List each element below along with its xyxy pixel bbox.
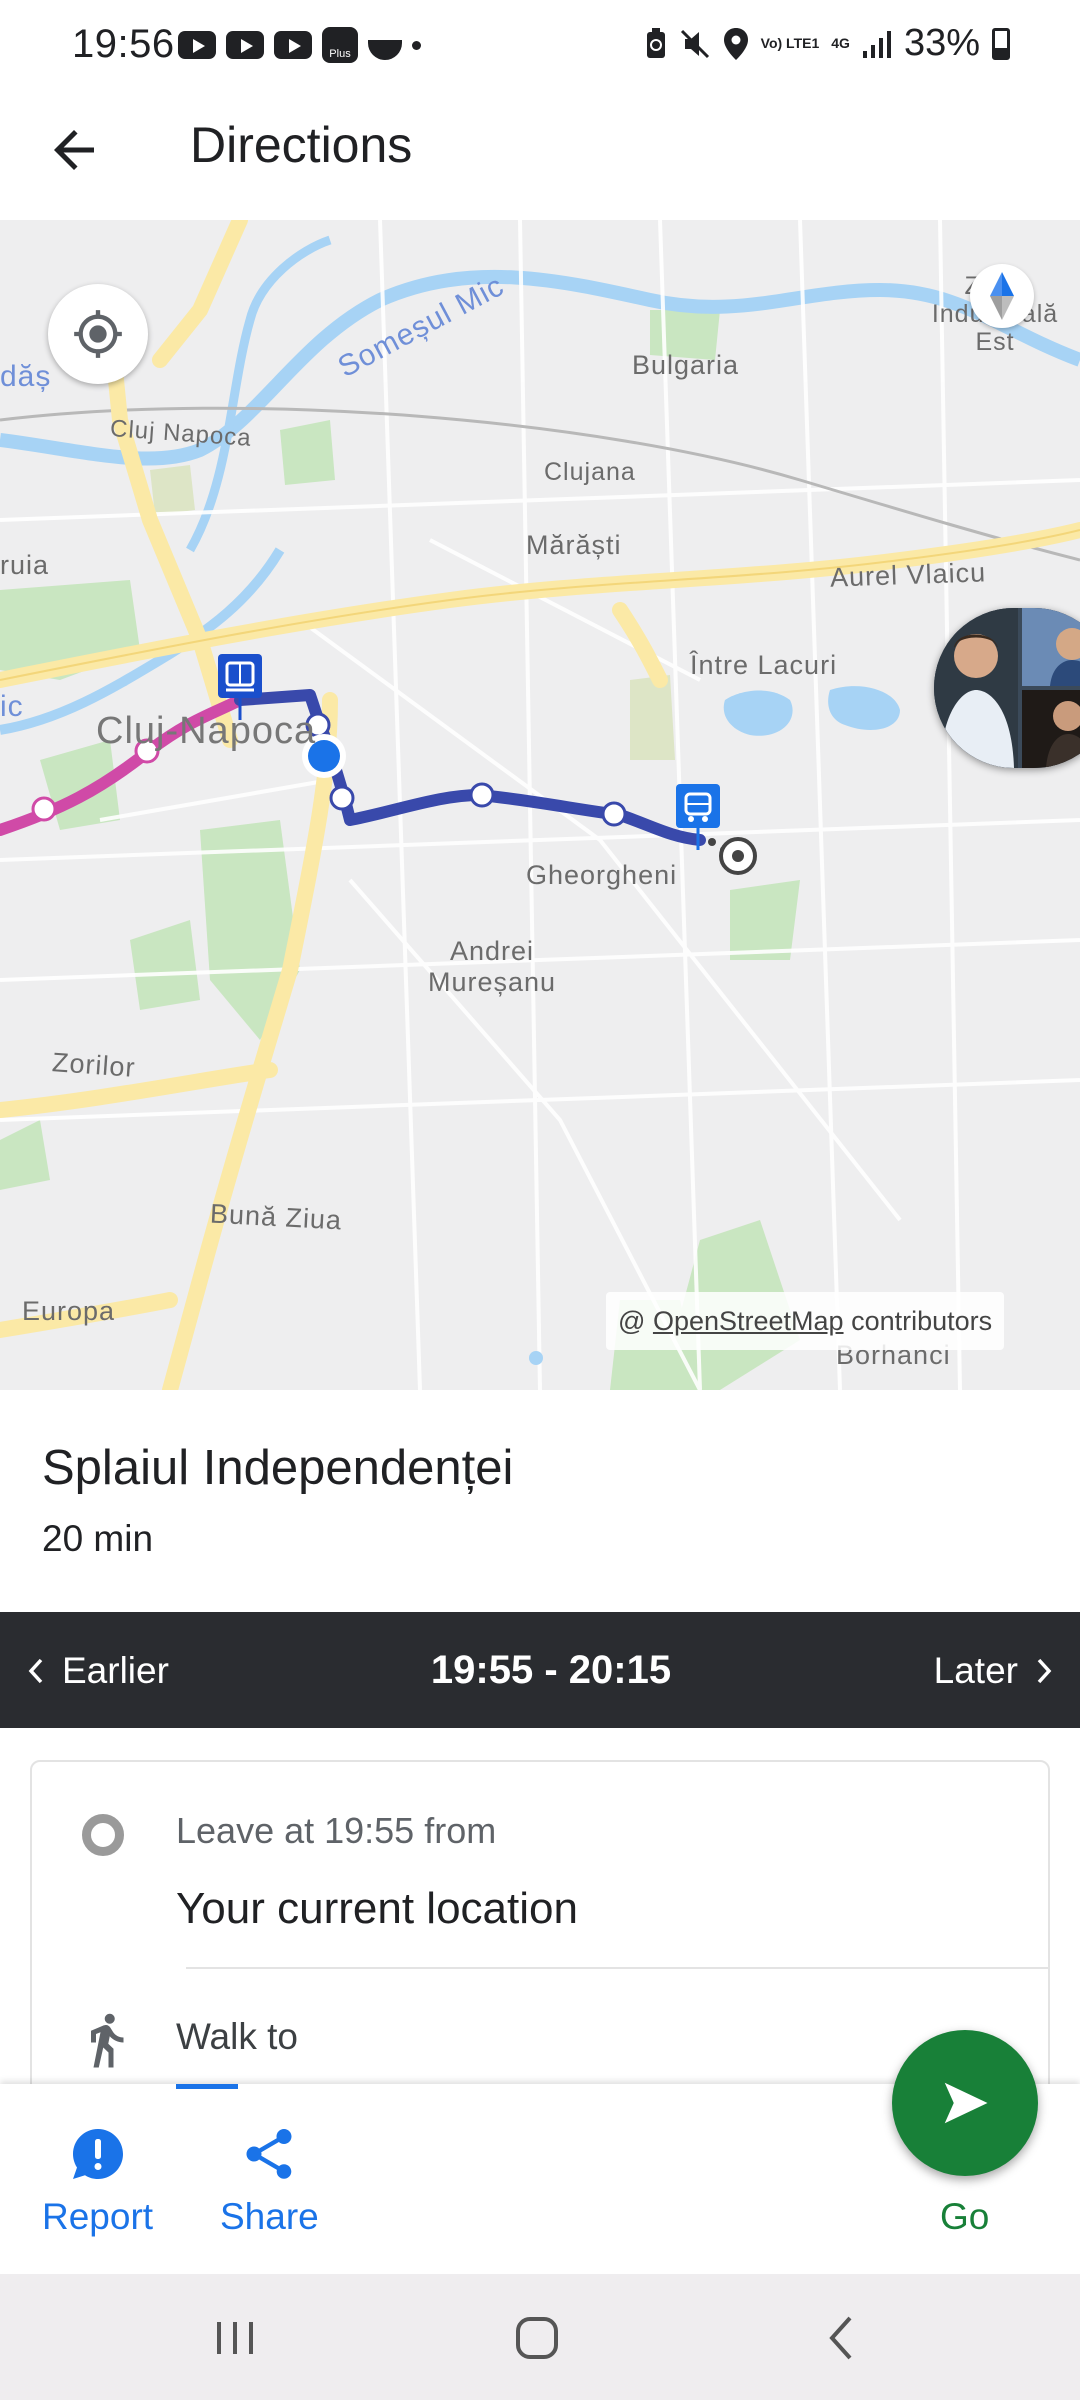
report-icon <box>72 2129 123 2179</box>
system-nav-bar <box>0 2274 1080 2400</box>
map-label: Zorilor <box>51 1047 137 1083</box>
osm-link[interactable]: OpenStreetMap <box>653 1306 844 1336</box>
navigation-arrow-icon <box>944 2082 988 2124</box>
map-label: Andrei Mureșanu <box>427 936 557 997</box>
departure-time-bar: Earlier 19:55 - 20:15 Later <box>0 1612 1080 1728</box>
youtube-icon <box>226 31 264 59</box>
leave-time-text: Leave at 19:55 from <box>176 1810 497 1851</box>
notification-icons: Plus <box>178 27 421 63</box>
recent-apps-icon <box>217 2322 253 2354</box>
youtube-icon <box>178 31 216 59</box>
attribution-prefix: @ <box>618 1306 646 1336</box>
avatar-photo <box>934 608 1080 768</box>
location-icon <box>723 27 748 60</box>
map-label: dăș <box>0 360 52 393</box>
go-button[interactable] <box>892 2030 1038 2176</box>
map-label: Clujana <box>544 458 636 486</box>
origin-ring-icon <box>82 1814 124 1856</box>
origin-location: Your current location <box>176 1884 578 1933</box>
map-label: Bulgaria <box>632 350 740 380</box>
map-label: Aurel Vlaicu <box>829 557 987 593</box>
map-attribution: @ OpenStreetMap contributors <box>606 1292 1005 1350</box>
4g-icon: 4G <box>831 35 850 51</box>
route-destination-name: Splaiul Independenței <box>42 1441 514 1495</box>
back-button[interactable] <box>44 120 104 180</box>
app-plus-icon: Plus <box>322 27 358 63</box>
route-duration: 20 min <box>42 1518 154 1559</box>
system-status-icons: Vo) LTE1 4G 33% <box>645 22 1010 65</box>
bowl-icon <box>368 40 402 60</box>
attribution-suffix: contributors <box>851 1306 993 1336</box>
signal-icon <box>862 30 891 58</box>
walk-step-text: Walk to <box>176 2016 298 2057</box>
map-label: ic <box>0 690 24 723</box>
share-icon <box>246 2129 292 2179</box>
chevron-right-icon <box>1037 1658 1052 1684</box>
back-nav-icon <box>829 2316 852 2360</box>
my-location-button[interactable] <box>48 284 148 384</box>
report-button[interactable]: Report <box>42 2124 153 2238</box>
map-canvas <box>0 220 1080 1390</box>
home-icon <box>516 2317 558 2359</box>
battery-percent: 33% <box>903 22 980 64</box>
divider <box>186 1967 1048 1969</box>
map-view[interactable]: Someșul Mic Bulgaria Cluj Napoca Clujana… <box>0 220 1080 1390</box>
my-location-icon <box>74 310 122 358</box>
volte-icon: Vo) LTE1 <box>760 35 820 51</box>
chat-head-avatar[interactable] <box>934 608 1080 768</box>
map-label: Gheorgheni <box>526 860 678 890</box>
status-time: 19:56 <box>72 22 175 66</box>
later-label: Later <box>933 1650 1018 1691</box>
map-label: Mărăști <box>526 530 622 560</box>
time-range: 19:55 - 20:15 <box>430 1648 672 1692</box>
compass-icon <box>990 272 1014 320</box>
later-button[interactable]: Later <box>934 1650 1054 1692</box>
compass-button[interactable] <box>970 264 1034 328</box>
youtube-icon <box>274 31 312 59</box>
scroll-indicator <box>176 2084 238 2089</box>
home-button[interactable] <box>502 2308 572 2368</box>
share-button[interactable]: Share <box>220 2124 319 2238</box>
battery-icon <box>992 27 1010 60</box>
map-label: Cluj-Napoca <box>96 710 317 752</box>
map-label: Între Lacuri <box>690 650 838 680</box>
mute-icon <box>680 29 709 58</box>
arrow-left-icon <box>54 130 94 170</box>
walk-icon <box>91 2013 124 2068</box>
map-label: ruia <box>0 550 50 580</box>
report-label: Report <box>42 2196 154 2237</box>
back-nav-button[interactable] <box>806 2308 876 2368</box>
dot-icon <box>412 40 421 50</box>
recent-apps-button[interactable] <box>200 2308 270 2368</box>
map-label: Europa <box>22 1296 116 1326</box>
status-bar: 19:56 Plus Vo) LTE1 4G 33% <box>0 0 1080 90</box>
app-bar: Directions <box>0 90 1080 220</box>
share-label: Share <box>220 2196 319 2237</box>
go-label[interactable]: Go <box>940 2196 989 2238</box>
page-title: Directions <box>190 117 413 173</box>
battery-saver-icon <box>646 27 665 58</box>
